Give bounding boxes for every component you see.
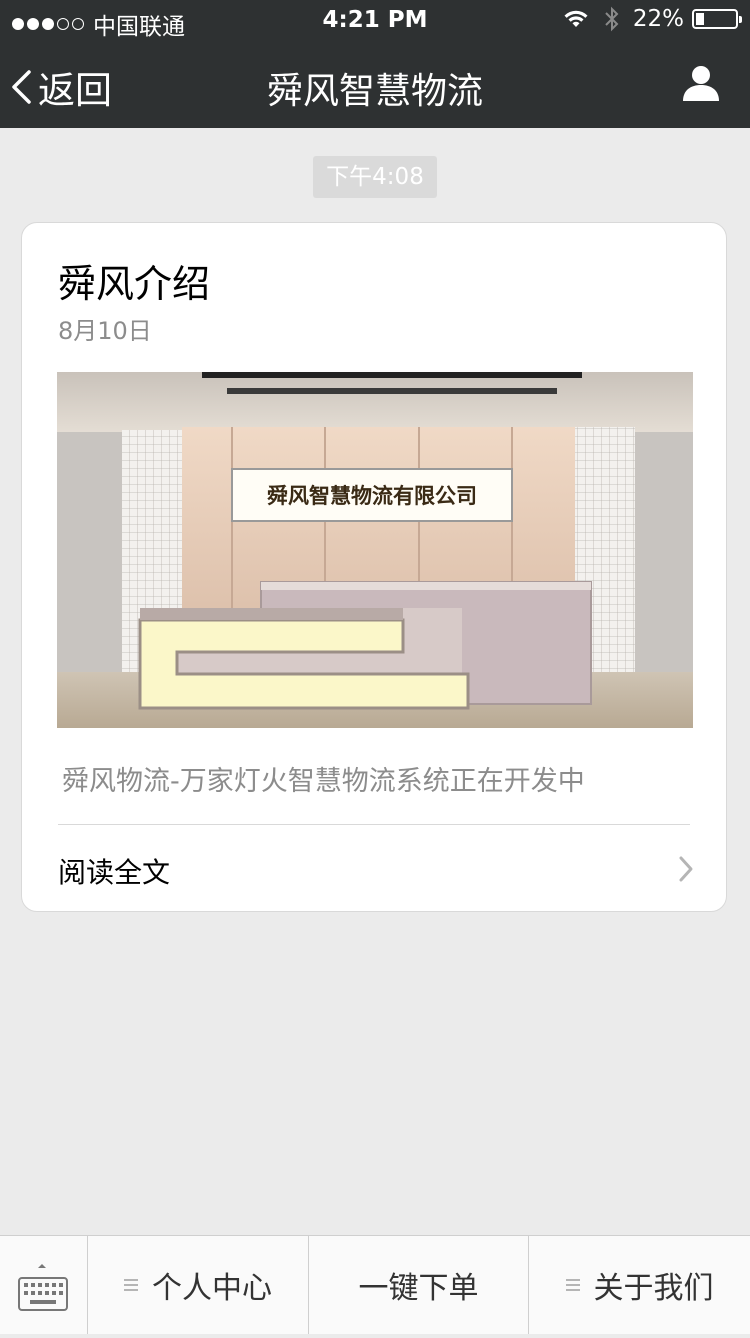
status-right: 22% [563,6,742,32]
user-icon [683,66,719,101]
keyboard-icon [18,1264,68,1311]
status-bar: 中国联通 4:21 PM 22% [0,0,750,40]
article-cover-image[interactable]: 舜风智慧物流有限公司 [57,372,693,728]
reception-illustration: 舜风智慧物流有限公司 [57,372,693,728]
wifi-icon [564,10,588,27]
menu-label: 一键下单 [358,1271,479,1306]
read-more-row[interactable]: 阅读全文 [22,825,726,911]
menu-label: 关于我们 [593,1271,714,1306]
page-title: 舜风智慧物流 [266,71,483,112]
sign-text: 舜风智慧物流有限公司 [267,483,477,508]
bottom-menu: 个人中心 一键下单 关于我们 [0,1235,750,1334]
read-more-label: 阅读全文 [58,856,171,889]
article-title: 舜风介绍 [58,262,211,306]
menu-quick-order[interactable]: 一键下单 [309,1236,529,1334]
chevron-right-icon [679,856,693,882]
article-card[interactable]: 舜风介绍 8月10日 舜风智慧物流有限公司 舜风物流-万家灯火智慧物流系统正在开… [21,222,727,912]
nav-bar: 返回 舜风智慧物流 [0,40,750,128]
battery-percent: 22% [632,6,684,32]
top-bar: 中国联通 4:21 PM 22% 返回 舜风智慧物流 [0,0,750,128]
menu-label: 个人中心 [152,1271,272,1306]
menu-list-icon [124,1276,138,1294]
article-description: 舜风物流-万家灯火智慧物流系统正在开发中 [62,766,585,797]
message-timestamp: 下午4:08 [313,156,437,198]
article-date: 8月10日 [58,317,152,345]
bluetooth-icon [605,6,619,32]
battery-tip [739,16,742,23]
battery-level [696,13,704,25]
menu-personal-center[interactable]: 个人中心 [88,1236,309,1334]
battery-icon [692,9,742,29]
profile-button[interactable] [682,64,720,106]
keyboard-toggle[interactable] [0,1236,88,1334]
menu-list-icon [565,1276,580,1294]
menu-about-us[interactable]: 关于我们 [529,1236,750,1334]
